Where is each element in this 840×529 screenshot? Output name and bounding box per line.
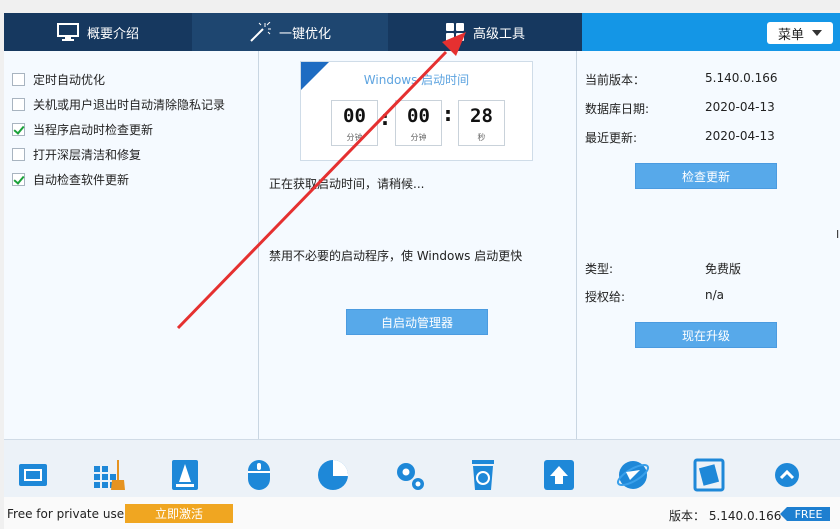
boot-timer: Windows 启动时间 00 分钟 : 00 分钟 : 28 秒 (300, 61, 533, 161)
checkbox[interactable] (12, 173, 25, 186)
last-update-label: 最近更新: (585, 131, 638, 145)
version-value: 5.140.0.166 (705, 71, 778, 85)
option-label: 自动检查软件更新 (33, 173, 130, 187)
time-separator: : (381, 106, 389, 130)
menu-label: 菜单 (777, 27, 804, 43)
minutes-unit: 分钟 (410, 133, 427, 142)
hours-box: 00 分钟 (331, 100, 378, 146)
info-panel: 当前版本： 5.140.0.166 数据库日期: 2020-04-13 最近更新… (577, 51, 840, 439)
checkbox[interactable] (12, 73, 25, 86)
internet-icon[interactable] (616, 458, 650, 492)
startup-manager-button[interactable]: 自启动管理器 (346, 309, 488, 335)
license-label: 授权给: (585, 290, 626, 304)
tool-bar (4, 439, 840, 498)
options-panel: 定时自动优化 关机或用户退出时自动清除隐私记录 当程序启动时检查更新 打开深层清… (4, 51, 258, 439)
boot-timer-title: Windows 启动时间 (363, 73, 470, 87)
chevron-down-icon (812, 30, 822, 36)
top-navigation: 概要介绍 一键优化 高级工具 菜单 (4, 13, 840, 51)
option-deep-clean[interactable]: 打开深层清洁和修复 (12, 146, 141, 163)
db-date-label: 数据库日期: (585, 102, 650, 116)
upgrade-now-button[interactable]: 现在升级 (635, 322, 777, 348)
activate-now-button[interactable]: 立即激活 (125, 504, 233, 523)
checkbox[interactable] (12, 98, 25, 111)
pie-chart-icon[interactable] (316, 458, 350, 492)
monitor-icon (56, 23, 79, 41)
option-label: 打开深层清洁和修复 (33, 148, 142, 162)
seconds-value: 28 (470, 105, 493, 127)
tab-label: 概要介绍 (86, 26, 139, 42)
check-update-button[interactable]: 检查更新 (635, 163, 777, 189)
option-label: 当程序启动时检查更新 (33, 123, 154, 137)
checkbox[interactable] (12, 123, 25, 136)
hours-unit: 分钟 (346, 133, 363, 142)
tab-label: 一键优化 (278, 26, 331, 42)
hours-value: 00 (343, 105, 366, 127)
menu-button[interactable]: 菜单 (767, 22, 833, 44)
option-auto-check-update[interactable]: 自动检查软件更新 (12, 171, 129, 188)
tab-one-click-optimize[interactable]: 一键优化 (192, 13, 388, 51)
option-check-update-on-start[interactable]: 当程序启动时检查更新 (12, 121, 153, 138)
minutes-box: 00 分钟 (395, 100, 442, 146)
minutes-value: 00 (407, 105, 430, 127)
time-separator: : (444, 102, 452, 126)
seconds-unit: 秒 (477, 133, 486, 142)
free-badge: FREE (780, 507, 830, 521)
tab-advanced-tools[interactable]: 高级工具 (388, 13, 582, 51)
db-date-value: 2020-04-13 (705, 100, 775, 114)
restore-icon[interactable] (692, 458, 726, 492)
boot-hint-text: 禁用不必要的启动程序，使 Windows 启动更快 (269, 249, 523, 263)
disk-icon[interactable] (16, 458, 50, 492)
text-cursor-icon: I (836, 228, 840, 241)
app-window: 概要介绍 一键优化 高级工具 菜单 定时自动优化 关机或用户退出时自动清除隐私记… (4, 13, 840, 529)
tab-overview[interactable]: 概要介绍 (4, 13, 192, 51)
scroll-up-icon[interactable] (770, 458, 804, 492)
option-label: 定时自动优化 (33, 73, 106, 87)
version-status: 版本： 5.140.0.166 (669, 509, 782, 523)
registry-cleaner-icon[interactable] (92, 458, 126, 492)
version-label: 当前版本： (585, 73, 646, 87)
option-label: 关机或用户退出时自动清除隐私记录 (33, 98, 226, 112)
boot-status-text: 正在获取启动时间，请稍候... (269, 177, 425, 191)
mouse-icon[interactable] (242, 458, 276, 492)
tab-label: 高级工具 (472, 26, 525, 42)
license-status-text: Free for private use (7, 507, 125, 521)
gears-icon[interactable] (392, 458, 426, 492)
last-update-value: 2020-04-13 (705, 129, 775, 143)
magic-wand-icon (249, 22, 271, 42)
seconds-box: 28 秒 (458, 100, 505, 146)
disk-cleaner-icon[interactable] (168, 458, 202, 492)
recycle-bin-icon[interactable] (466, 458, 500, 492)
type-label: 类型: (585, 262, 614, 276)
type-value: 免费版 (705, 262, 742, 276)
option-scheduled-optimize[interactable]: 定时自动优化 (12, 71, 105, 88)
option-clear-privacy[interactable]: 关机或用户退出时自动清除隐私记录 (12, 96, 225, 113)
grid-icon (445, 22, 465, 42)
boot-time-panel: Windows 启动时间 00 分钟 : 00 分钟 : 28 秒 正在获取启动… (259, 51, 576, 439)
status-bar: Free for private use 立即激活 版本： 5.140.0.16… (4, 497, 840, 529)
license-value: n/a (705, 288, 725, 302)
checkbox[interactable] (12, 148, 25, 161)
upload-icon[interactable] (542, 458, 576, 492)
